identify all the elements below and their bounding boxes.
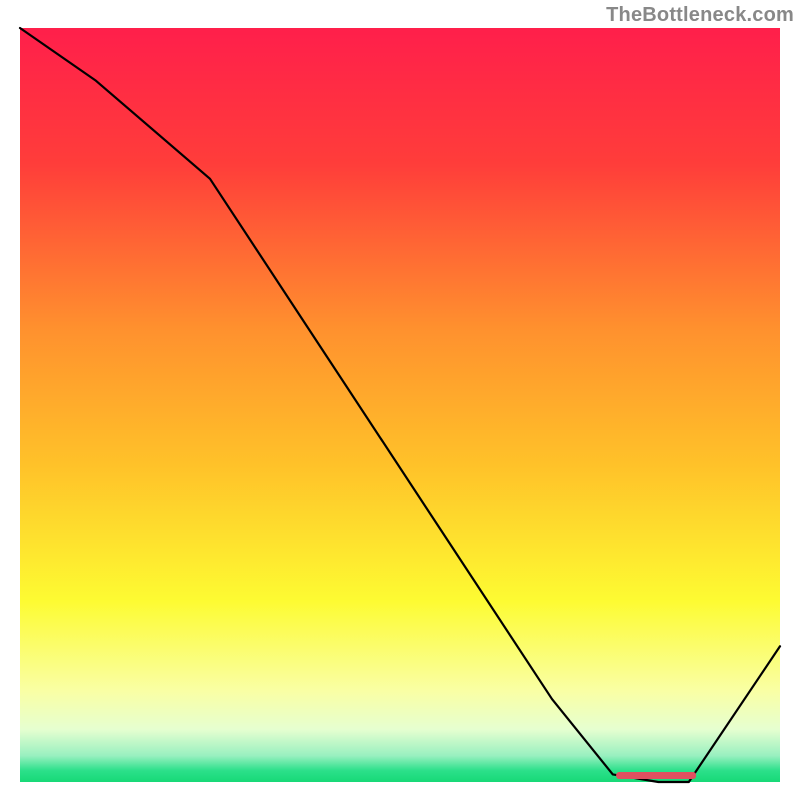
- bottleneck-chart: [14, 22, 786, 792]
- valley-marker: [616, 772, 696, 779]
